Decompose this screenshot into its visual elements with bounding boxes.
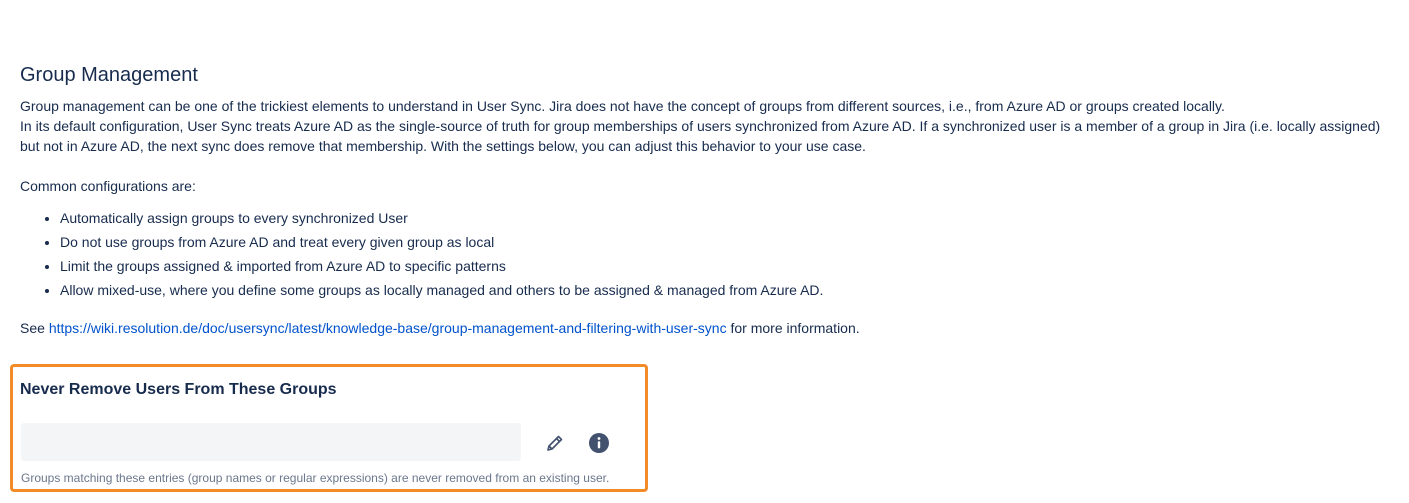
intro-paragraph-2: In its default configuration, User Sync … (20, 118, 1381, 154)
common-configs-label: Common configurations are: (20, 178, 196, 194)
see-suffix: for more information. (726, 320, 860, 336)
group-management-section: Group Management Group management can be… (20, 62, 1390, 352)
intro-paragraph-1: Group management can be one of the trick… (20, 98, 1225, 114)
list-item: Allow mixed-use, where you define some g… (60, 278, 1390, 302)
wiki-link[interactable]: https://wiki.resolution.de/doc/usersync/… (49, 320, 727, 336)
info-icon[interactable] (587, 431, 611, 455)
list-item: Automatically assign groups to every syn… (60, 206, 1390, 230)
never-remove-groups-input[interactable] (21, 423, 521, 461)
list-item: Do not use groups from Azure AD and trea… (60, 230, 1390, 254)
config-list: Automatically assign groups to every syn… (20, 206, 1390, 302)
section-title: Group Management (20, 64, 198, 86)
see-prefix: See (20, 320, 49, 336)
helper-text: Groups matching these entries (group nam… (21, 471, 610, 485)
pencil-icon[interactable] (543, 431, 567, 455)
see-more-line: See https://wiki.resolution.de/doc/users… (20, 318, 1390, 338)
list-item: Limit the groups assigned & imported fro… (60, 254, 1390, 278)
never-remove-title: Never Remove Users From These Groups (20, 381, 337, 398)
